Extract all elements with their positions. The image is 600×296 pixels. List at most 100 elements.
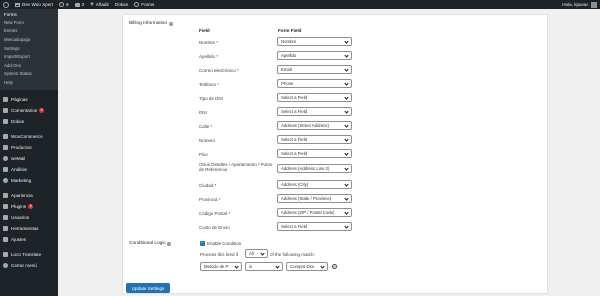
updates-link[interactable]: 6 — [56, 0, 72, 9]
dokan-link[interactable]: Dokan — [112, 0, 131, 9]
admin-bar: Dev Woo Xpert 6 3 + Añadir Dokan Forms Ho… — [0, 0, 600, 9]
field-label-provincia: Provincia * — [199, 197, 221, 202]
chevron-down-icon — [344, 181, 349, 187]
collapse-menu-button[interactable]: Cerrar menú — [0, 260, 58, 271]
pages-icon — [3, 96, 8, 102]
sidebar-item-label: weMail — [11, 155, 26, 161]
submenu-item-entries[interactable]: Entries — [0, 27, 58, 36]
form-field-select-otros-detalles[interactable]: Address (Address Line 2) — [277, 164, 352, 173]
wordpress-icon — [3, 1, 9, 8]
sidebar-item-dokan[interactable]: Dokan — [0, 116, 58, 127]
select-value: Address (Street Address) — [281, 123, 330, 128]
field-label-nombre: Nombre * — [199, 40, 219, 45]
submenu-item-add-ons[interactable]: Add-Ons — [0, 61, 58, 70]
field-label-correo: Correo electrónico * — [199, 68, 239, 73]
form-field-select-costo-envio[interactable]: Select a Field — [277, 222, 352, 231]
sidebar-item-woocommerce[interactable]: WooCommerce — [0, 131, 58, 142]
chevron-down-icon — [344, 38, 349, 44]
comments-link[interactable]: 3 — [72, 0, 88, 9]
form-field-select-ciudad[interactable]: Address (City) — [277, 180, 352, 189]
marketing-icon — [3, 177, 8, 183]
forms-icon — [134, 2, 140, 7]
form-field-select-tipo-dni[interactable]: Select a Field — [277, 93, 352, 102]
wordpress-logo[interactable] — [0, 0, 12, 9]
rule-value-select[interactable]: Compra Dire — [286, 262, 328, 271]
logic-type-select[interactable]: All — [245, 249, 268, 258]
chevron-down-icon — [344, 122, 349, 128]
form-field-select-dni[interactable]: Select a Field — [277, 107, 352, 116]
sidebar-item-paginas[interactable]: Páginas — [0, 94, 58, 105]
chevron-down-icon — [344, 80, 349, 86]
sidebar-item-label: Plugins — [11, 203, 27, 209]
select-value: Phone — [281, 81, 294, 86]
chevron-down-icon — [344, 66, 349, 72]
my-account-link[interactable]: Hola, kpavar — [562, 1, 600, 8]
field-label-piso: Piso — [199, 152, 208, 157]
select-value: Nombre — [281, 39, 297, 44]
main-content: Billing Information? Field Form Field No… — [58, 9, 600, 296]
chevron-down-icon — [260, 250, 265, 256]
submenu-item-settings[interactable]: Settings — [0, 44, 58, 53]
wemail-icon — [3, 155, 8, 161]
sidebar-item-ajustes[interactable]: Ajustes — [0, 234, 58, 245]
new-content-link[interactable]: + Añadir — [87, 0, 112, 9]
sidebar-item-label: Marketing — [11, 177, 32, 183]
form-field-select-nombre[interactable]: Nombre — [277, 37, 352, 46]
submenu-head[interactable]: Forms — [0, 11, 58, 18]
form-field-select-piso[interactable]: Select a Field — [277, 149, 352, 158]
chevron-down-icon — [344, 94, 349, 100]
sidebar-item-label: Loco Translate — [11, 251, 42, 257]
submenu-item-import-export[interactable]: Import/Export — [0, 52, 58, 61]
field-label-codigo-postal: Código Postal * — [199, 211, 231, 216]
greeting: Hola, kpavar — [562, 2, 588, 7]
submenu-item-mercadopago[interactable]: Mercadopago — [0, 35, 58, 44]
sidebar-item-herramientas[interactable]: Herramientas — [0, 223, 58, 234]
field-label-numero: Número — [199, 138, 216, 143]
conditional-label-text: Conditional Logic — [129, 241, 166, 246]
sidebar-item-marketing[interactable]: Marketing — [0, 175, 58, 186]
appearance-icon — [3, 192, 8, 198]
admin-sidebar: Forms New Form Entries Mercadopago Setti… — [0, 9, 58, 296]
submenu-item-new-form[interactable]: New Form — [0, 18, 58, 27]
sidebar-item-usuarios[interactable]: Usuarios — [0, 212, 58, 223]
submenu-item-system-status[interactable]: System Status — [0, 70, 58, 79]
dokan-icon — [3, 118, 8, 124]
sidebar-item-productos[interactable]: Productos — [0, 142, 58, 153]
form-field-select-correo[interactable]: Email — [277, 65, 352, 74]
site-name-link[interactable]: Dev Woo Xpert — [12, 0, 56, 9]
field-label-calle: Calle * — [199, 124, 213, 129]
help-icon[interactable]: ? — [168, 21, 173, 26]
sidebar-item-label: Usuarios — [11, 214, 30, 220]
field-label-dni: DNI — [199, 110, 207, 115]
field-label-apellido: Apellido * — [199, 54, 219, 59]
enable-condition-checkbox[interactable]: ✓ — [200, 240, 205, 246]
field-label-costo-envio: Costo de Envío — [199, 225, 230, 230]
comments-icon — [3, 107, 8, 113]
rule-operator-select[interactable]: is — [245, 262, 283, 271]
select-value: Select a Field — [281, 137, 308, 142]
add-rule-plus-icon[interactable]: + — [332, 264, 337, 269]
select-value: Address (State / Province) — [281, 196, 332, 201]
chevron-down-icon — [344, 52, 349, 58]
sidebar-item-comentarios[interactable]: Comentarios 3 — [0, 105, 58, 116]
form-field-select-codigo-postal[interactable]: Address (ZIP / Postal Code) — [277, 208, 352, 217]
forms-link[interactable]: Forms — [131, 0, 157, 9]
select-value: Compra Dire — [290, 264, 315, 269]
sidebar-item-apariencia[interactable]: Apariencia — [0, 190, 58, 201]
sidebar-item-plugins[interactable]: Plugins 3 — [0, 201, 58, 212]
sidebar-item-label: WooCommerce — [11, 133, 43, 139]
form-field-select-telefono[interactable]: Phone — [277, 79, 352, 88]
sidebar-item-wemail[interactable]: weMail — [0, 153, 58, 164]
update-settings-button[interactable]: Update Settings — [126, 283, 170, 293]
form-field-select-numero[interactable]: Select a Field — [277, 135, 352, 144]
enable-condition-label: Enable Condition — [207, 241, 242, 246]
rule-field-select[interactable]: Metodo de P — [200, 262, 242, 271]
chevron-down-icon — [344, 165, 349, 171]
form-field-select-provincia[interactable]: Address (State / Province) — [277, 194, 352, 203]
sidebar-item-loco-translate[interactable]: Loco Translate — [0, 249, 58, 260]
form-field-select-calle[interactable]: Address (Street Address) — [277, 121, 352, 130]
help-icon[interactable]: ? — [167, 241, 172, 246]
sidebar-item-analisis[interactable]: Análisis — [0, 164, 58, 175]
submenu-item-help[interactable]: Help — [0, 78, 58, 87]
form-field-select-apellido[interactable]: Apellido — [277, 51, 352, 60]
